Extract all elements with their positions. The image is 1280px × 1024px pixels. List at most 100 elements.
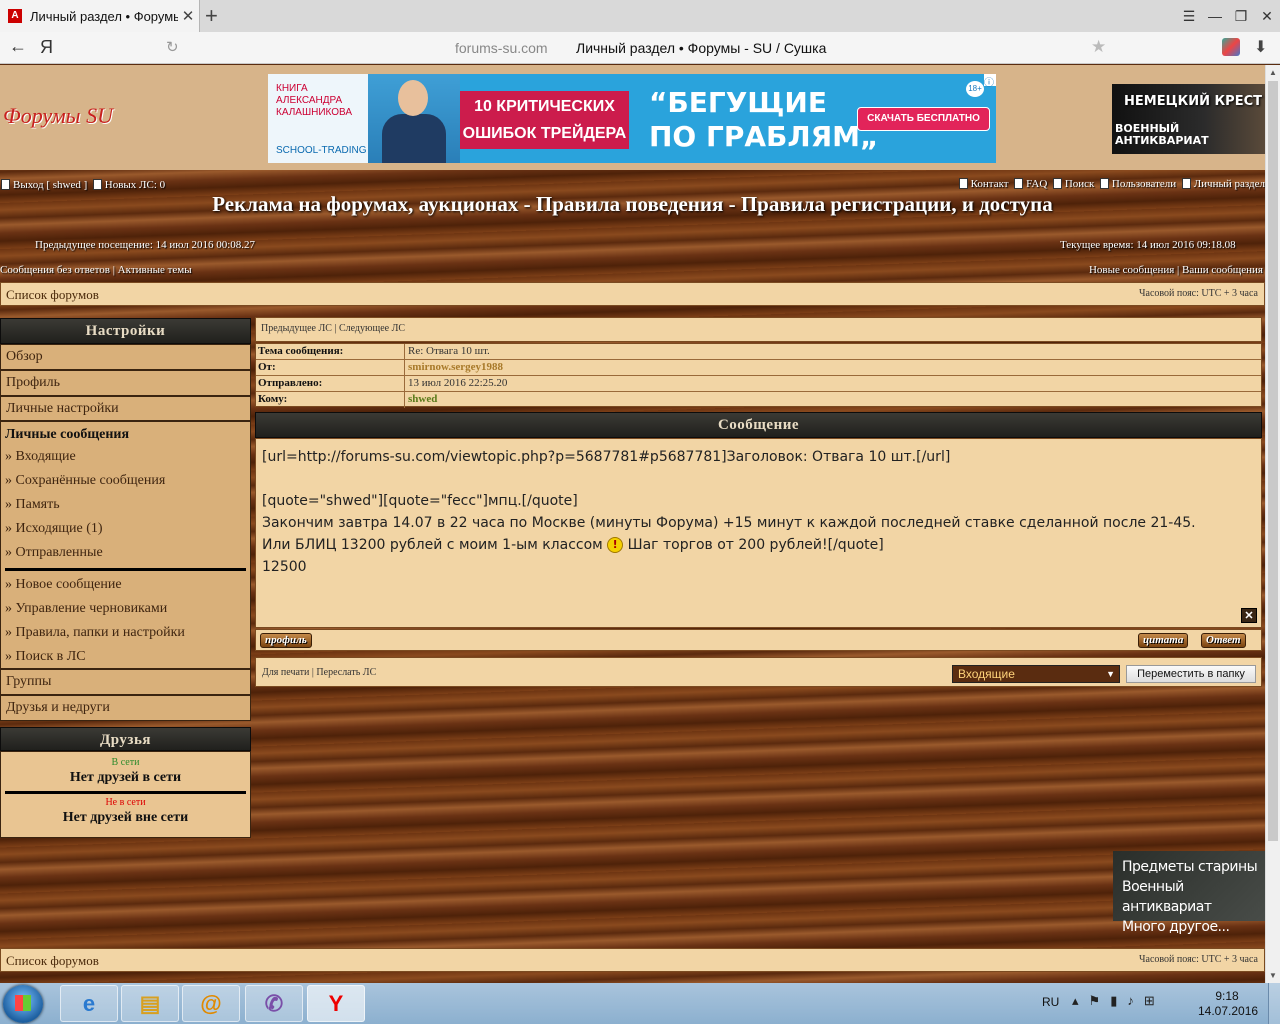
personal-link[interactable]: Личный раздел — [1194, 178, 1265, 190]
next-pm-link[interactable]: Следующее ЛС — [339, 323, 405, 334]
viber-icon[interactable]: ✆ — [245, 985, 303, 1022]
link-separator: | — [112, 264, 115, 276]
show-desktop-button[interactable] — [1268, 983, 1280, 1024]
close-window-icon[interactable]: ✕ — [1254, 0, 1280, 32]
link-separator: | — [334, 323, 337, 334]
move-to-folder-button[interactable]: Переместить в папку — [1126, 665, 1256, 683]
restore-icon[interactable]: ❐ — [1228, 0, 1254, 32]
url-page-title[interactable]: Личный раздел • Форумы - SU / Сушка — [576, 40, 826, 56]
windows-taskbar: e ▤ @ ✆ Y RU ▴⚑▮♪⊞ 9:18 14.07.2016 — [0, 983, 1280, 1024]
back-arrow-icon[interactable]: ← — [9, 36, 27, 57]
banner-portrait — [368, 74, 460, 163]
link-separator: | — [1177, 264, 1180, 276]
mail-agent-icon[interactable]: @ — [182, 985, 240, 1022]
yandex-browser-icon[interactable]: Y — [307, 985, 365, 1022]
sidebar-personal-settings[interactable]: Личные настройки — [0, 396, 251, 421]
delete-message-icon[interactable]: ✕ — [1241, 608, 1257, 623]
forum-list-link-bottom[interactable]: Список форумов — [6, 953, 99, 969]
active-topics-link[interactable]: Активные темы — [118, 264, 192, 276]
banner-age-badge: 18+ — [966, 81, 984, 97]
from-user-link[interactable]: smirnow.sergey1988 — [408, 361, 503, 373]
ad3-line2: Военный антиквариат — [1122, 879, 1212, 915]
site-logo[interactable]: Форумы SU — [3, 103, 113, 129]
network-icon[interactable]: ▮ — [1110, 993, 1127, 1008]
banner-red-box: 10 КРИТИЧЕСКИХ ОШИБОК ТРЕЙДЕРА — [460, 91, 629, 149]
profile-button[interactable]: профиль — [260, 633, 312, 648]
sidebar-pm-search[interactable]: » Поиск в ЛС — [5, 645, 246, 669]
sidebar-memory[interactable]: » Память — [5, 493, 246, 517]
ad-info-icon[interactable]: ⓘ — [984, 74, 996, 89]
sidebar-outbox[interactable]: » Исходящие (1) — [5, 517, 246, 541]
refresh-icon[interactable]: ↻ — [166, 38, 179, 56]
ad-banner[interactable]: КНИГА АЛЕКСАНДРА КАЛАШНИКОВА SCHOOL-TRAD… — [268, 74, 996, 163]
user-nav-right: Контакт FAQ Поиск Пользователи Личный ра… — [958, 178, 1265, 190]
ad2-title: НЕМЕЦКИЙ КРЕСТ — [1124, 94, 1262, 109]
scroll-thumb[interactable] — [1268, 81, 1278, 841]
logo-text: Форумы — [3, 103, 81, 128]
vertical-scrollbar[interactable]: ▲ ▼ — [1265, 65, 1280, 983]
language-indicator[interactable]: RU — [1042, 995, 1059, 1009]
users-link[interactable]: Пользователи — [1112, 178, 1176, 190]
print-link[interactable]: Для печати — [262, 667, 309, 678]
reply-button[interactable]: Ответ — [1201, 633, 1246, 648]
volume-icon[interactable]: ♪ — [1127, 993, 1144, 1008]
show-hidden-icon[interactable]: ▴ — [1072, 993, 1089, 1008]
sidebar-sent[interactable]: » Отправленные — [5, 541, 246, 565]
your-posts-link[interactable]: Ваши сообщения — [1182, 264, 1263, 276]
sidebar-inbox[interactable]: » Входящие — [5, 445, 246, 469]
banner-book-line2: АЛЕКСАНДРА — [276, 95, 343, 106]
system-clock[interactable]: 9:18 14.07.2016 — [1198, 989, 1258, 1019]
subject-label: Тема сообщения: — [258, 345, 344, 357]
sidebar-profile[interactable]: Профиль — [0, 370, 251, 396]
new-pm-link[interactable]: Новых ЛС: 0 — [105, 179, 165, 191]
sidebar-rules[interactable]: » Правила, папки и настройки — [5, 621, 246, 645]
sidebar-saved[interactable]: » Сохранённые сообщения — [5, 469, 246, 493]
search-link[interactable]: Поиск — [1065, 178, 1095, 190]
prev-pm-link[interactable]: Предыдущее ЛС — [261, 323, 332, 334]
sidebar-new-message[interactable]: » Новое сообщение — [5, 573, 246, 597]
quote-button[interactable]: цитата — [1138, 633, 1189, 648]
to-user-link[interactable]: shwed — [408, 393, 437, 405]
new-posts-link[interactable]: Новые сообщения — [1089, 264, 1174, 276]
extension-icon[interactable] — [1222, 38, 1240, 56]
scroll-up-icon[interactable]: ▲ — [1269, 68, 1277, 77]
site-title[interactable]: Реклама на форумах, аукционах - Правила … — [0, 192, 1265, 217]
file-explorer-icon[interactable]: ▤ — [121, 985, 179, 1022]
windows-icon[interactable]: ⊞ — [1144, 993, 1165, 1008]
ad-antiques-side[interactable]: Предметы старины Военный антиквариат Мно… — [1113, 851, 1265, 935]
flag-icon[interactable]: ⚑ — [1089, 993, 1111, 1008]
logo-accent: SU — [86, 103, 113, 128]
new-tab-button[interactable]: + — [205, 3, 227, 29]
internet-explorer-icon[interactable]: e — [60, 985, 118, 1022]
sidebar-overview[interactable]: Обзор — [0, 344, 251, 370]
unanswered-link[interactable]: Сообщения без ответов — [0, 264, 110, 276]
meta-row-to: Кому: shwed — [256, 392, 1261, 408]
banner-download-button[interactable]: СКАЧАТЬ БЕСПЛАТНО — [857, 107, 990, 131]
banner-school: SCHOOL-TRADING — [276, 145, 367, 156]
url-host[interactable]: forums-su.com — [455, 40, 548, 56]
menu-icon[interactable]: ☰ — [1176, 0, 1202, 32]
sidebar-pm-section: Личные сообщения » Входящие » Сохранённы… — [0, 421, 251, 669]
faq-link[interactable]: FAQ — [1026, 178, 1047, 190]
close-tab-icon[interactable]: ✕ — [178, 7, 198, 25]
forward-link[interactable]: Переслать ЛС — [316, 667, 376, 678]
scroll-down-icon[interactable]: ▼ — [1269, 971, 1277, 980]
start-button[interactable] — [3, 985, 43, 1023]
browser-tab[interactable]: А Личный раздел • Форумы - SU / Сушка ✕ — [0, 0, 200, 32]
folder-select[interactable]: Входящие ▼ — [952, 665, 1120, 683]
forum-list-link[interactable]: Список форумов — [6, 287, 99, 303]
friends-box: В сети Нет друзей в сети Не в сети Нет д… — [0, 751, 251, 838]
bookmark-star-icon[interactable]: ★ — [1091, 37, 1106, 57]
sidebar-groups[interactable]: Группы — [0, 669, 251, 695]
no-online-friends: Нет друзей в сети — [69, 770, 182, 785]
contact-link[interactable]: Контакт — [971, 178, 1009, 190]
ad-antique-banner[interactable]: НЕМЕЦКИЙ КРЕСТ ВОЕННЫЙ АНТИКВАРИАТ — [1112, 84, 1265, 154]
logout-link[interactable]: Выход [ shwed ] — [13, 179, 87, 191]
sidebar-friends-foes[interactable]: Друзья и недруги — [0, 695, 251, 721]
sidebar-drafts[interactable]: » Управление черновиками — [5, 597, 246, 621]
download-icon[interactable]: ⬇ — [1254, 37, 1267, 57]
minimize-icon[interactable]: — — [1202, 0, 1228, 32]
yandex-logo[interactable]: Я — [40, 37, 53, 58]
settings-header: Настройки — [0, 318, 251, 344]
subject-value: Re: Отвага 10 шт. — [408, 345, 490, 357]
